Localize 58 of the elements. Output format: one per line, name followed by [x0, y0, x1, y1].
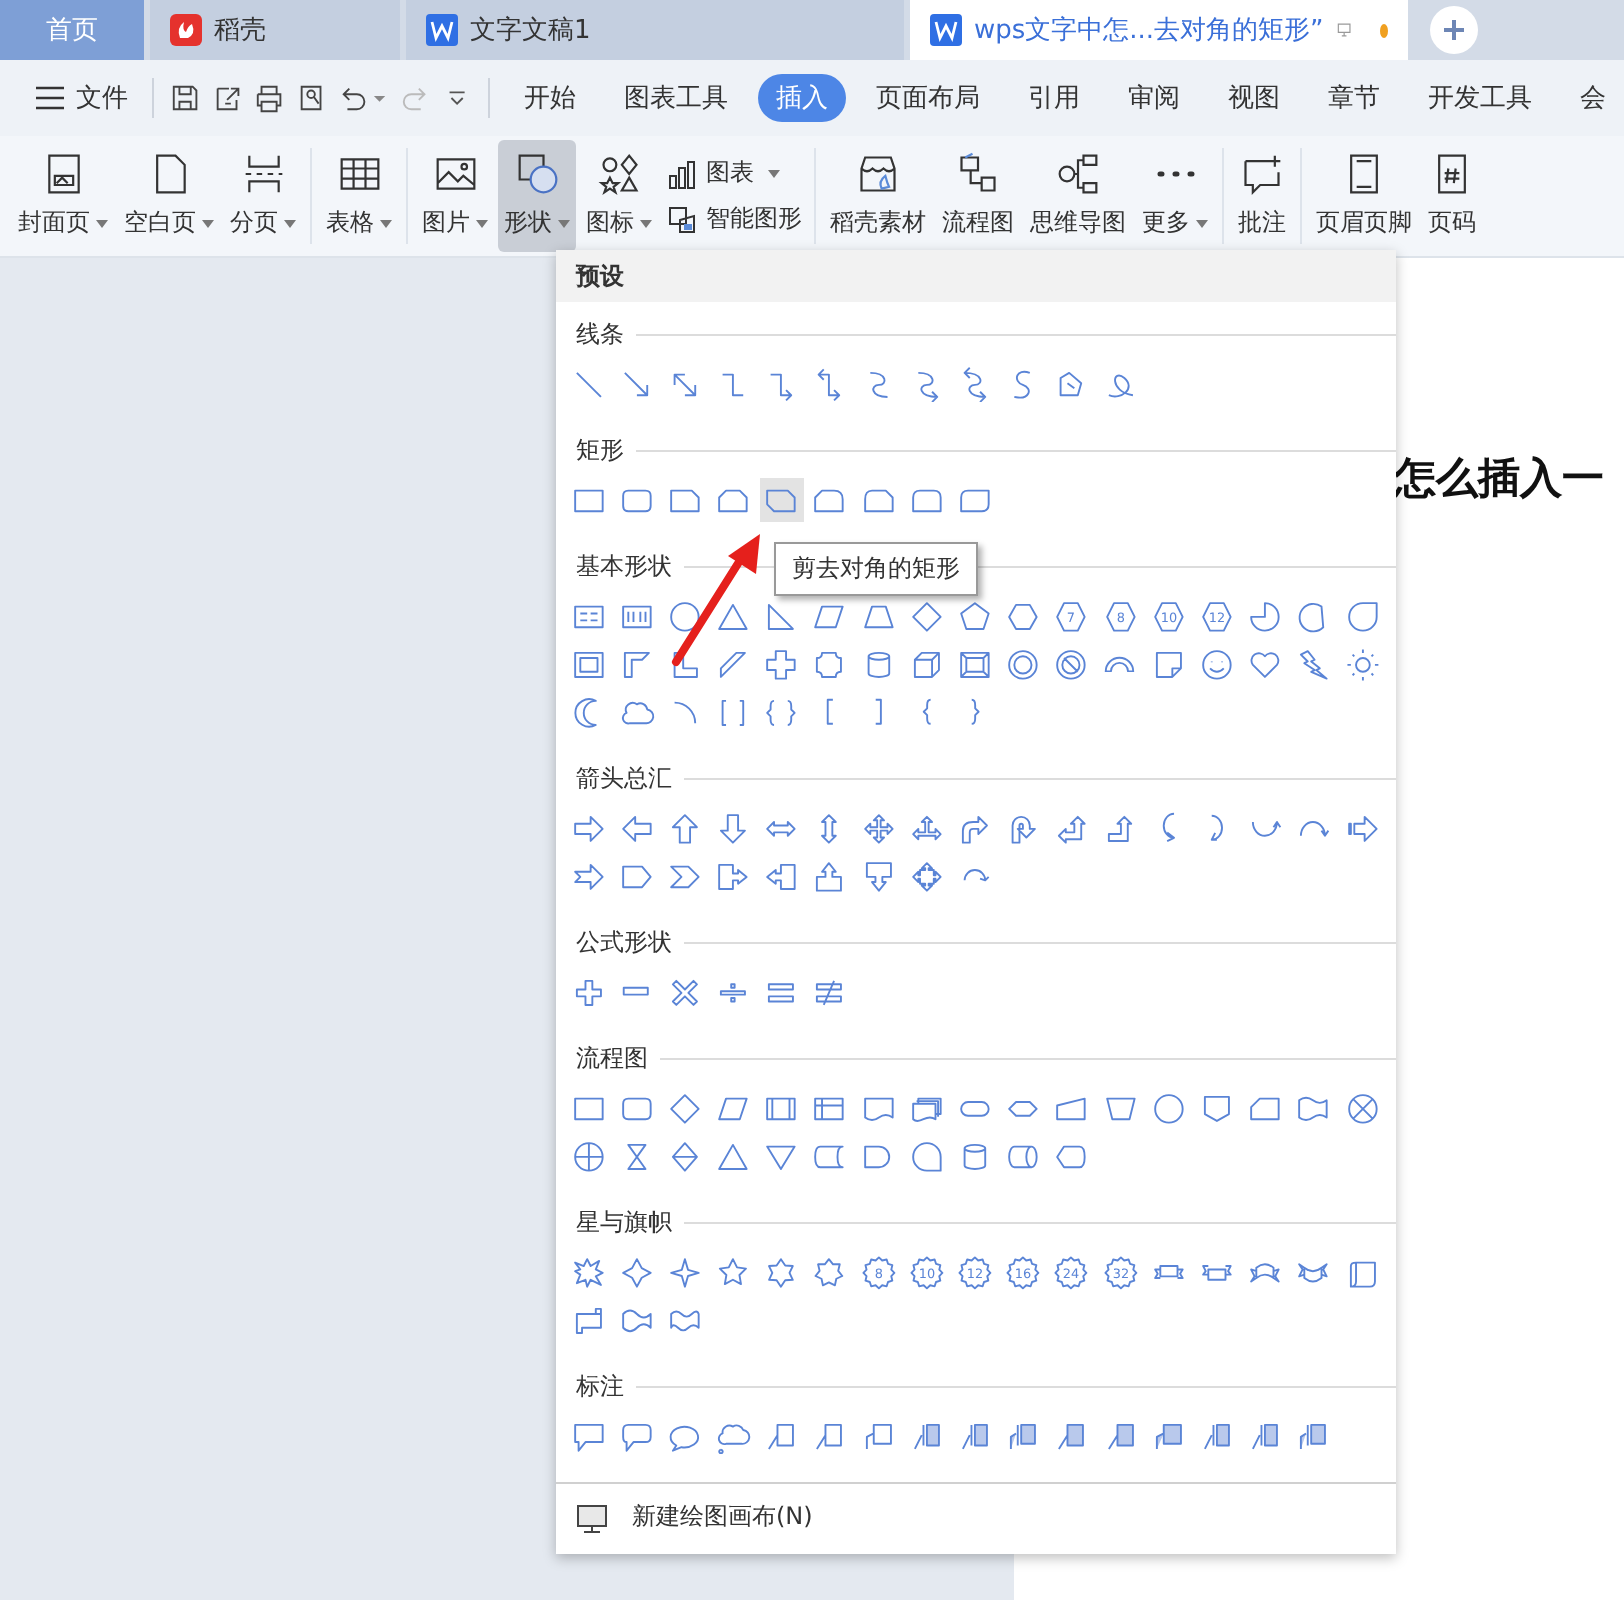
menu-tab[interactable]: 开发工具: [1409, 74, 1550, 122]
button-label: 页眉页脚: [1316, 206, 1412, 240]
ribbon-button[interactable]: 更多: [1136, 140, 1214, 252]
document-tab[interactable]: wps文字中怎...去对角的矩形”: [910, 0, 1408, 60]
ribbon-small-button[interactable]: 图表: [662, 156, 806, 190]
menu-tab[interactable]: 会: [1561, 74, 1624, 122]
ribbon-button[interactable]: 封面页: [12, 140, 114, 252]
section-title: 基本形状: [576, 549, 672, 583]
button-label: 分页: [230, 206, 278, 240]
button-label: 更多: [1142, 206, 1190, 240]
button-label: 图标: [586, 206, 634, 240]
ribbon-button[interactable]: 图片: [416, 140, 494, 252]
button-label: 封面页: [18, 206, 90, 240]
section-title: 公式形状: [576, 925, 672, 959]
panel-header: 预设: [556, 250, 1396, 302]
button-label: 图表: [706, 156, 754, 190]
ribbon-small-button[interactable]: 智能图形: [662, 202, 806, 236]
ribbon-button[interactable]: 分页: [224, 140, 302, 252]
ribbon-button[interactable]: 页眉页脚: [1310, 140, 1418, 252]
menu-tab[interactable]: 页面布局: [857, 74, 998, 122]
ribbon-button[interactable]: 图标: [580, 140, 658, 252]
button-label: 智能图形: [706, 202, 802, 236]
button-label: 页码: [1428, 206, 1476, 240]
section-title: 线条: [576, 317, 624, 351]
ribbon-button[interactable]: 流程图: [936, 140, 1020, 252]
button-label: 批注: [1238, 206, 1286, 240]
button-label: 稻壳素材: [830, 206, 926, 240]
button-label: 表格: [326, 206, 374, 240]
menu-tab[interactable]: 开始: [505, 74, 594, 122]
document-heading: 怎么插入一: [1394, 450, 1606, 506]
section-title: 矩形: [576, 433, 624, 467]
ribbon-button[interactable]: 稻壳素材: [824, 140, 932, 252]
ribbon-button[interactable]: 页码: [1422, 140, 1482, 252]
tooltip: 剪去对角的矩形: [774, 542, 978, 596]
button-label: 空白页: [124, 206, 196, 240]
ribbon-button[interactable]: 表格: [320, 140, 398, 252]
section-title: 星与旗帜: [576, 1205, 672, 1239]
menu-tab[interactable]: 视图: [1209, 74, 1298, 122]
ribbon-button[interactable]: 空白页: [118, 140, 220, 252]
menu-tab[interactable]: 图表工具: [605, 74, 746, 122]
document-tab[interactable]: 稻壳: [150, 0, 400, 60]
new-drawing-canvas-item[interactable]: 新建绘图画布(N): [556, 1492, 833, 1542]
button-label: 思维导图: [1030, 206, 1126, 240]
section-title: 箭头总汇: [576, 761, 672, 795]
ribbon-button[interactable]: 批注: [1232, 140, 1292, 252]
menu-tab[interactable]: 审阅: [1109, 74, 1198, 122]
button-label: 图片: [422, 206, 470, 240]
document-tab[interactable]: 文字文稿1: [406, 0, 904, 60]
section-title: 标注: [576, 1369, 624, 1403]
file-menu-button[interactable]: 文件: [28, 80, 136, 116]
menu-tab[interactable]: 章节: [1309, 74, 1398, 122]
ribbon-button[interactable]: 形状: [498, 140, 576, 252]
ribbon-button[interactable]: 思维导图: [1024, 140, 1132, 252]
button-label: 流程图: [942, 206, 1014, 240]
button-label: 形状: [504, 206, 552, 240]
menu-tab[interactable]: 插入: [757, 74, 846, 122]
menu-tab[interactable]: 引用: [1009, 74, 1098, 122]
section-title: 流程图: [576, 1041, 648, 1075]
